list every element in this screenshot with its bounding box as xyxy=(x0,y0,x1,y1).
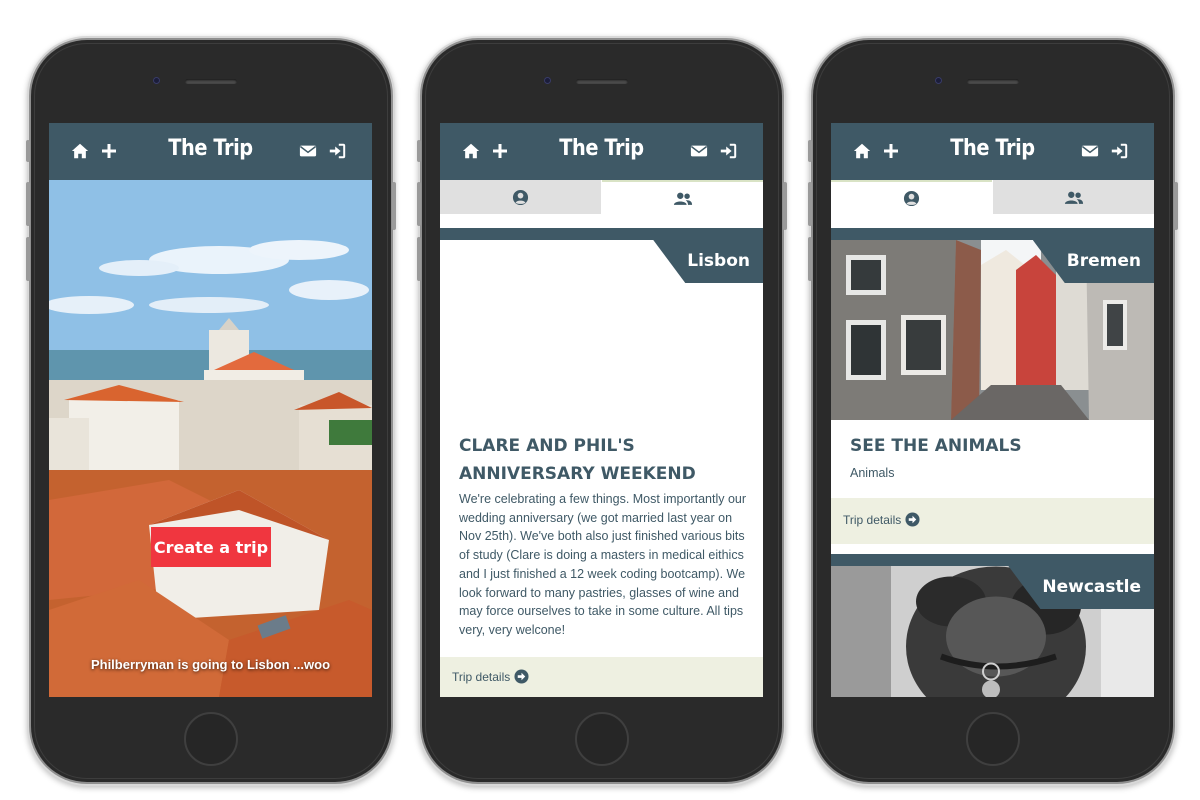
volume-down-button xyxy=(417,237,421,281)
trip-description: We're celebrating a few things. Most imp… xyxy=(459,492,747,637)
users-icon xyxy=(673,190,693,207)
trip-tabs xyxy=(831,180,1154,214)
phone-frame-2: The Trip Lisbon CLARE AND PHIL'S ANNIVER… xyxy=(417,40,787,782)
home-button[interactable] xyxy=(184,712,238,766)
volume-up-button xyxy=(808,182,812,226)
phone-frame-3: The Trip Bremen SEE THE ANIMALS Animals … xyxy=(808,40,1178,782)
sign-in-icon[interactable] xyxy=(328,142,346,160)
front-camera xyxy=(153,77,160,84)
card-footer: Trip details xyxy=(440,657,763,697)
trip-title: SEE THE ANIMALS xyxy=(850,436,1022,456)
tab-group-trips[interactable] xyxy=(993,180,1154,214)
side-button xyxy=(808,140,812,162)
screen-home: The Trip Create a trip Philberryman is g… xyxy=(49,123,372,697)
screen-my-trips: The Trip Bremen SEE THE ANIMALS Animals … xyxy=(831,123,1154,697)
side-button xyxy=(417,140,421,162)
side-button xyxy=(26,140,30,162)
tab-my-trips[interactable] xyxy=(831,180,992,214)
users-icon xyxy=(1064,189,1084,206)
create-trip-button[interactable]: Create a trip xyxy=(151,527,271,567)
front-camera xyxy=(935,77,942,84)
envelope-icon[interactable] xyxy=(299,142,317,160)
screen-group-trips: The Trip Lisbon CLARE AND PHIL'S ANNIVER… xyxy=(440,123,763,697)
trip-caption: Philberryman is going to Lisbon ...woo xyxy=(90,657,331,672)
trip-tabs xyxy=(440,180,763,214)
sign-in-icon[interactable] xyxy=(1110,142,1128,160)
trip-card: Bremen SEE THE ANIMALS Animals Trip deta… xyxy=(831,228,1154,544)
power-button xyxy=(392,182,396,230)
power-button xyxy=(1174,182,1178,230)
card-footer: Trip details xyxy=(831,498,1154,544)
app-header: The Trip xyxy=(49,123,372,180)
sign-in-icon[interactable] xyxy=(719,142,737,160)
trip-details-link[interactable]: Trip details xyxy=(452,669,529,684)
trip-details-link[interactable]: Trip details xyxy=(843,512,920,527)
phone-frame-1: The Trip Create a trip Philberryman is g… xyxy=(26,40,396,782)
trip-card: Lisbon CLARE AND PHIL'S ANNIVERSARY WEEK… xyxy=(440,228,763,697)
app-header: The Trip xyxy=(831,123,1154,180)
trip-card: Newcastle xyxy=(831,554,1154,697)
tab-group-trips[interactable] xyxy=(602,180,763,214)
power-button xyxy=(783,182,787,230)
card-top-strip xyxy=(831,228,1154,240)
envelope-icon[interactable] xyxy=(1081,142,1099,160)
user-circle-icon xyxy=(512,189,529,206)
card-top-strip xyxy=(831,554,1154,566)
volume-up-button xyxy=(26,182,30,226)
trip-details-label: Trip details xyxy=(452,669,511,684)
earpiece-speaker xyxy=(576,79,628,84)
home-button[interactable] xyxy=(966,712,1020,766)
trip-details-label: Trip details xyxy=(843,512,902,527)
earpiece-speaker xyxy=(185,79,237,84)
earpiece-speaker xyxy=(967,79,1019,84)
arrow-circle-right-icon xyxy=(905,512,920,527)
app-header: The Trip xyxy=(440,123,763,180)
envelope-icon[interactable] xyxy=(690,142,708,160)
trip-title: CLARE AND PHIL'S ANNIVERSARY WEEKEND xyxy=(459,436,696,484)
volume-up-button xyxy=(417,182,421,226)
home-button[interactable] xyxy=(575,712,629,766)
card-top-strip xyxy=(440,228,763,240)
tab-my-trips[interactable] xyxy=(440,180,601,214)
hero-lisbon-photo xyxy=(49,180,372,697)
user-circle-icon xyxy=(903,190,920,207)
front-camera xyxy=(544,77,551,84)
trip-category: Animals xyxy=(850,466,895,480)
arrow-circle-right-icon xyxy=(514,669,529,684)
volume-down-button xyxy=(808,237,812,281)
volume-down-button xyxy=(26,237,30,281)
